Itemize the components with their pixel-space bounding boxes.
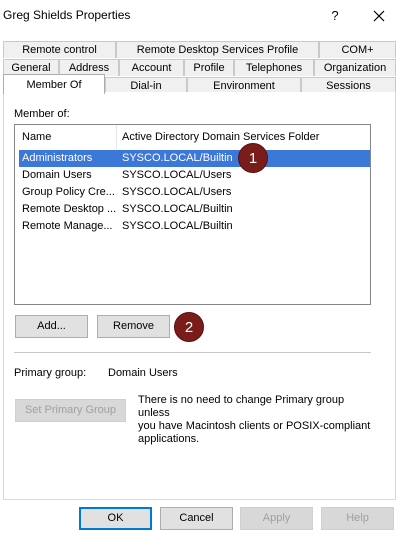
- tab-organization[interactable]: Organization: [314, 59, 396, 76]
- list-item[interactable]: Administrators SYSCO.LOCAL/Builtin: [19, 150, 370, 167]
- group-folder: SYSCO.LOCAL/Builtin: [122, 203, 233, 215]
- primary-group-note: There is no need to change Primary group…: [138, 394, 378, 446]
- help-icon[interactable]: ?: [324, 5, 346, 27]
- group-folder: SYSCO.LOCAL/Users: [122, 169, 232, 181]
- group-name: Remote Desktop ...: [22, 203, 117, 215]
- help-button[interactable]: Help: [321, 507, 394, 530]
- tab-member-of[interactable]: Member Of: [3, 74, 105, 94]
- group-name: Administrators: [22, 152, 93, 164]
- group-name: Remote Manage...: [22, 220, 113, 232]
- column-divider[interactable]: [116, 125, 117, 149]
- add-button[interactable]: Add...: [15, 315, 88, 338]
- tab-telephones[interactable]: Telephones: [234, 59, 314, 76]
- group-name: Domain Users: [22, 169, 92, 181]
- annotation-badge-2: 2: [174, 312, 204, 342]
- group-folder: SYSCO.LOCAL/Builtin: [122, 220, 233, 232]
- cancel-button[interactable]: Cancel: [160, 507, 233, 530]
- annotation-badge-1: 1: [238, 143, 268, 173]
- apply-button[interactable]: Apply: [240, 507, 313, 530]
- ok-button[interactable]: OK: [79, 507, 152, 530]
- note-line: applications.: [138, 433, 200, 445]
- divider: [14, 352, 371, 353]
- list-item[interactable]: Remote Manage... SYSCO.LOCAL/Builtin: [19, 218, 370, 235]
- group-folder: SYSCO.LOCAL/Builtin: [122, 152, 233, 164]
- list-header: Name Active Directory Domain Services Fo…: [15, 125, 370, 149]
- tab-profile[interactable]: Profile: [184, 59, 234, 76]
- primary-group-label: Primary group:: [14, 367, 87, 379]
- title-bar: Greg Shields Properties ?: [0, 0, 402, 32]
- remove-button[interactable]: Remove: [97, 315, 170, 338]
- list-item[interactable]: Remote Desktop ... SYSCO.LOCAL/Builtin: [19, 201, 370, 218]
- list-item[interactable]: Group Policy Cre... SYSCO.LOCAL/Users: [19, 184, 370, 201]
- note-line: There is no need to change Primary group…: [138, 394, 345, 419]
- column-header-name[interactable]: Name: [22, 131, 51, 143]
- tab-remote-desktop-services-profile[interactable]: Remote Desktop Services Profile: [116, 41, 319, 58]
- group-name: Group Policy Cre...: [22, 186, 115, 198]
- member-of-list[interactable]: Name Active Directory Domain Services Fo…: [14, 124, 371, 305]
- tab-remote-control[interactable]: Remote control: [3, 41, 116, 58]
- set-primary-group-button[interactable]: Set Primary Group: [15, 399, 126, 422]
- group-folder: SYSCO.LOCAL/Users: [122, 186, 232, 198]
- tab-account[interactable]: Account: [119, 59, 184, 76]
- column-header-folder[interactable]: Active Directory Domain Services Folder: [122, 131, 319, 143]
- tab-com-plus[interactable]: COM+: [319, 41, 396, 58]
- note-line: you have Macintosh clients or POSIX-comp…: [138, 420, 371, 432]
- primary-group-value: Domain Users: [108, 367, 178, 379]
- list-item[interactable]: Domain Users SYSCO.LOCAL/Users: [19, 167, 370, 184]
- close-icon[interactable]: [366, 4, 392, 28]
- member-of-label: Member of:: [14, 108, 70, 120]
- window-title: Greg Shields Properties: [3, 8, 131, 22]
